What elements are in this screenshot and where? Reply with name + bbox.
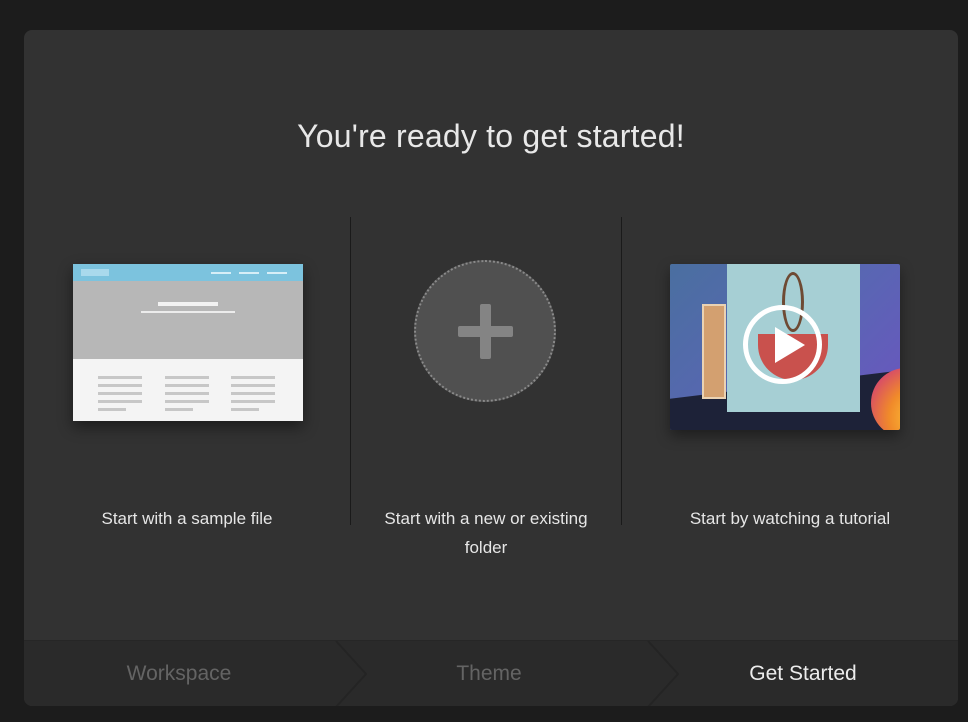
tutorial-thumbnail [670,264,900,430]
option-sample-file[interactable]: Start with a sample file [24,210,350,570]
option-tutorial[interactable]: Start by watching a tutorial [622,210,958,570]
thumbnail-hero [73,281,303,359]
thumbnail-header [73,264,303,281]
step-breadcrumb: Workspace Theme Get Started [24,640,958,706]
step-get-started[interactable]: Get Started [648,641,958,706]
add-folder-circle [414,260,556,402]
option-new-folder[interactable]: Start with a new or existing folder [351,210,621,570]
option-label-sample-file: Start with a sample file [101,509,273,528]
step-workspace[interactable]: Workspace [24,641,334,706]
play-icon [743,305,822,384]
dialog-title: You're ready to get started! [297,118,685,154]
sample-file-thumbnail [73,264,303,421]
option-label-tutorial: Start by watching a tutorial [689,509,891,528]
option-label-new-folder: Start with a new or existing folder [384,509,588,557]
get-started-dialog: You're ready to get started! Start with … [24,30,958,706]
step-theme[interactable]: Theme [334,641,644,706]
